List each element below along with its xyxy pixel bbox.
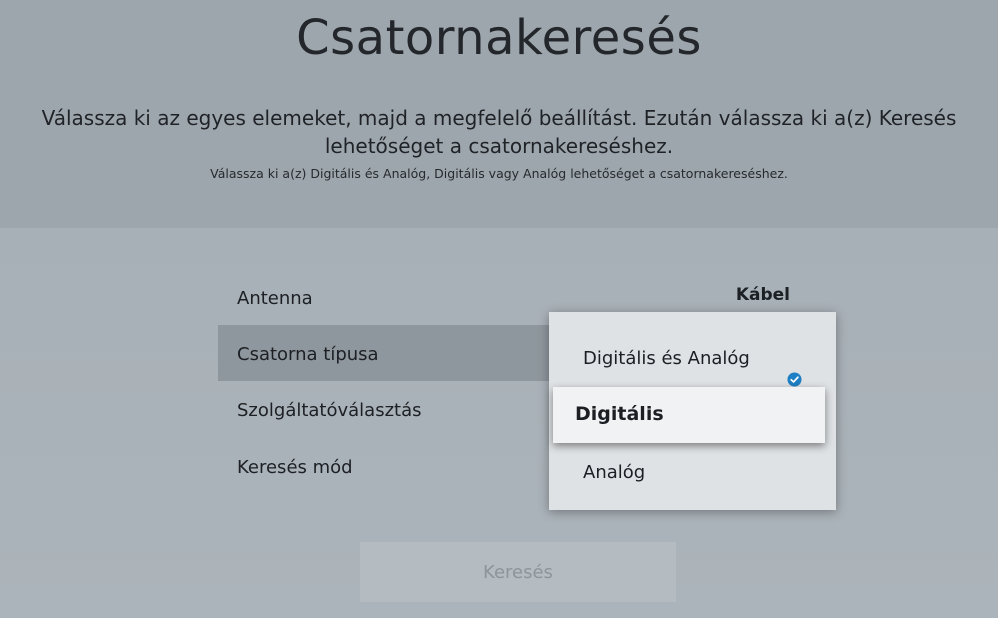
- instruction-line-2: lehetőséget a csatornakereséshez.: [324, 134, 674, 158]
- search-button[interactable]: Keresés: [360, 542, 676, 602]
- option-digital-and-analog[interactable]: Digitális és Analóg: [549, 332, 836, 388]
- search-mode-label: Keresés mód: [237, 457, 353, 478]
- option-label: Digitális: [575, 403, 664, 425]
- page-title: Csatornakeresés: [296, 10, 702, 66]
- provider-label: Szolgáltatóválasztás: [237, 400, 422, 421]
- checkmark-circle-icon: [787, 372, 802, 387]
- option-digital[interactable]: Digitális: [553, 387, 825, 443]
- instruction-text: Válassza ki az egyes elemeket, majd a me…: [20, 104, 978, 160]
- hint-text: Válassza ki a(z) Digitális és Analóg, Di…: [210, 166, 788, 181]
- option-label: Analóg: [583, 462, 646, 483]
- antenna-value: Kábel: [735, 285, 790, 305]
- instruction-line-1: Válassza ki az egyes elemeket, majd a me…: [41, 106, 957, 130]
- option-analog[interactable]: Analóg: [549, 446, 836, 502]
- antenna-label: Antenna: [237, 288, 313, 309]
- channel-type-label: Csatorna típusa: [237, 344, 379, 365]
- channel-type-dropdown: Digitális és Analóg Digitális Analóg: [549, 312, 836, 510]
- option-label: Digitális és Analóg: [583, 348, 750, 369]
